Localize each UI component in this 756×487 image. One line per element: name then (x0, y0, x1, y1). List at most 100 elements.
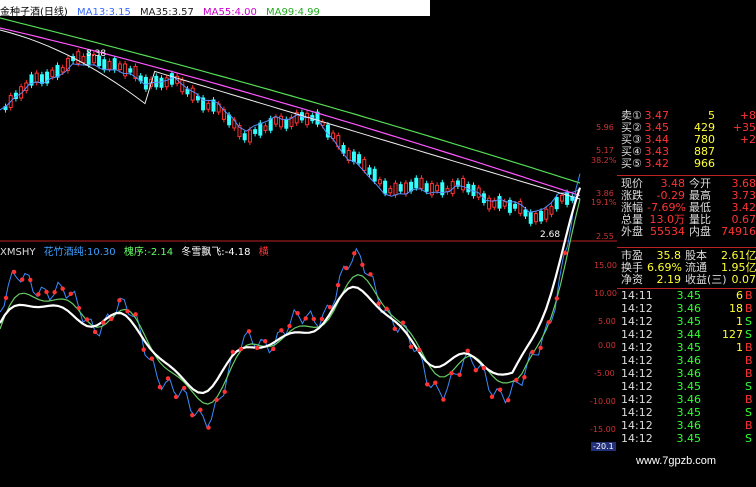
candle (159, 77, 164, 88)
tick-time: 14:12 (621, 328, 653, 341)
tick-price: 3.45 (676, 341, 702, 354)
quote-row[interactable]: 外盘 55534 内盘 74916 (617, 226, 756, 238)
candle (305, 112, 310, 126)
tick-time: 14:12 (621, 380, 653, 393)
signal-dot (198, 407, 203, 413)
order-book-row[interactable]: 买⑤ 3.42 966 (617, 158, 756, 170)
tick-row[interactable]: 14:11 3.45 6 B (617, 290, 756, 302)
signal-dot (271, 346, 276, 352)
signal-dot (149, 356, 154, 361)
signal-dot (76, 305, 82, 311)
tick-time: 14:12 (621, 341, 653, 354)
candle (544, 208, 549, 220)
candle (268, 118, 273, 131)
osc-axis-label: 10.00 (594, 289, 617, 298)
signal-dot (11, 269, 17, 275)
order-volume: 966 (694, 157, 715, 170)
candle (372, 168, 377, 182)
candle (279, 115, 284, 128)
candle (362, 159, 367, 171)
stats-key: 净资 (621, 273, 643, 286)
signal-dot (28, 277, 33, 283)
tick-row[interactable]: 14:12 3.46 B (617, 420, 756, 432)
tick-row[interactable]: 14:12 3.45 S (617, 407, 756, 419)
quote-value: 55534 (650, 225, 685, 238)
signal-dot (157, 384, 163, 390)
signal-dot (36, 292, 41, 297)
signal-dot (165, 376, 171, 381)
candle (112, 58, 117, 71)
signal-dot (368, 272, 373, 277)
signal-dot (303, 316, 308, 321)
signal-dot (335, 282, 341, 288)
stats-row[interactable]: 净资 2.19 收益(三) 0.07 (617, 274, 756, 286)
osc-item-3: 冬雪飘飞:-4.18 (181, 247, 251, 258)
tick-row[interactable]: 14:12 3.45 S (617, 381, 756, 393)
ma13-line (0, 63, 581, 213)
quote-key: 外盘 (621, 225, 643, 238)
ma55-label: MA55:4.00 (203, 7, 257, 18)
candle (50, 69, 55, 78)
candle (461, 177, 466, 191)
tick-direction: B (745, 393, 753, 406)
candle (206, 102, 211, 110)
ma-legend: 金种子酒(日线) MA13:3.15 MA35:3.57 MA55:4.00 M… (0, 3, 326, 18)
signal-dot (125, 309, 130, 314)
tick-row[interactable]: 14:12 3.46 B (617, 394, 756, 406)
signal-dot (530, 349, 535, 355)
signal-dot (392, 326, 397, 331)
oscillator-legend: XMSHY 花竹酒纯:10.30 槐序:-2.14 冬雪飘飞:-4.18 横 (0, 243, 274, 258)
candle (81, 55, 86, 64)
signal-dot (133, 312, 138, 317)
tick-direction: S (745, 380, 752, 393)
candle (253, 129, 258, 134)
ma99-line (0, 17, 581, 184)
panel-divider (617, 175, 756, 176)
tick-price: 3.45 (676, 406, 702, 419)
signal-dot (3, 295, 9, 301)
candle (533, 213, 538, 223)
candle (377, 179, 382, 185)
signal-dot (101, 320, 106, 325)
candle (351, 151, 356, 163)
signal-dot (400, 320, 406, 325)
tick-volume: 127 (722, 328, 743, 341)
price-high-label: 8.38 (86, 49, 106, 59)
tick-direction: B (745, 367, 753, 380)
tick-row[interactable]: 14:12 3.45 1 S (617, 316, 756, 328)
tick-volume: 1 (736, 315, 743, 328)
tick-direction: S (745, 315, 752, 328)
signal-dot (230, 349, 235, 355)
order-change: +2 (739, 133, 756, 146)
tick-price: 3.45 (676, 315, 702, 328)
candle (554, 197, 559, 210)
candle (383, 180, 388, 194)
signal-dot (84, 317, 90, 322)
signal-dot (60, 286, 65, 291)
tick-direction: B (745, 302, 753, 315)
osc-item-2: 槐序:-2.14 (123, 247, 174, 258)
candle (419, 177, 424, 189)
signal-dot (457, 372, 462, 377)
signal-dot (173, 394, 179, 400)
tick-row[interactable]: 14:12 3.45 1 B (617, 342, 756, 354)
tick-row[interactable]: 14:12 3.46 B (617, 368, 756, 380)
tick-row[interactable]: 14:12 3.45 S (617, 433, 756, 445)
tick-row[interactable]: 14:12 3.46 18 B (617, 303, 756, 315)
tick-direction: S (745, 328, 752, 341)
candle (357, 154, 362, 164)
signal-dot (109, 316, 114, 322)
signal-dot (117, 298, 122, 303)
tick-direction: S (745, 432, 752, 445)
signal-dot (311, 316, 316, 322)
tick-row[interactable]: 14:12 3.44 127 S (617, 329, 756, 341)
tick-price: 3.46 (676, 302, 702, 315)
candle (549, 205, 554, 215)
tick-time: 14:12 (621, 419, 653, 432)
signal-dot (449, 370, 454, 376)
tick-price: 3.45 (676, 432, 702, 445)
tick-row[interactable]: 14:12 3.46 B (617, 355, 756, 367)
signal-dot (360, 262, 365, 267)
osc-axis-label: 5.00 (598, 317, 616, 326)
candle (367, 167, 372, 175)
